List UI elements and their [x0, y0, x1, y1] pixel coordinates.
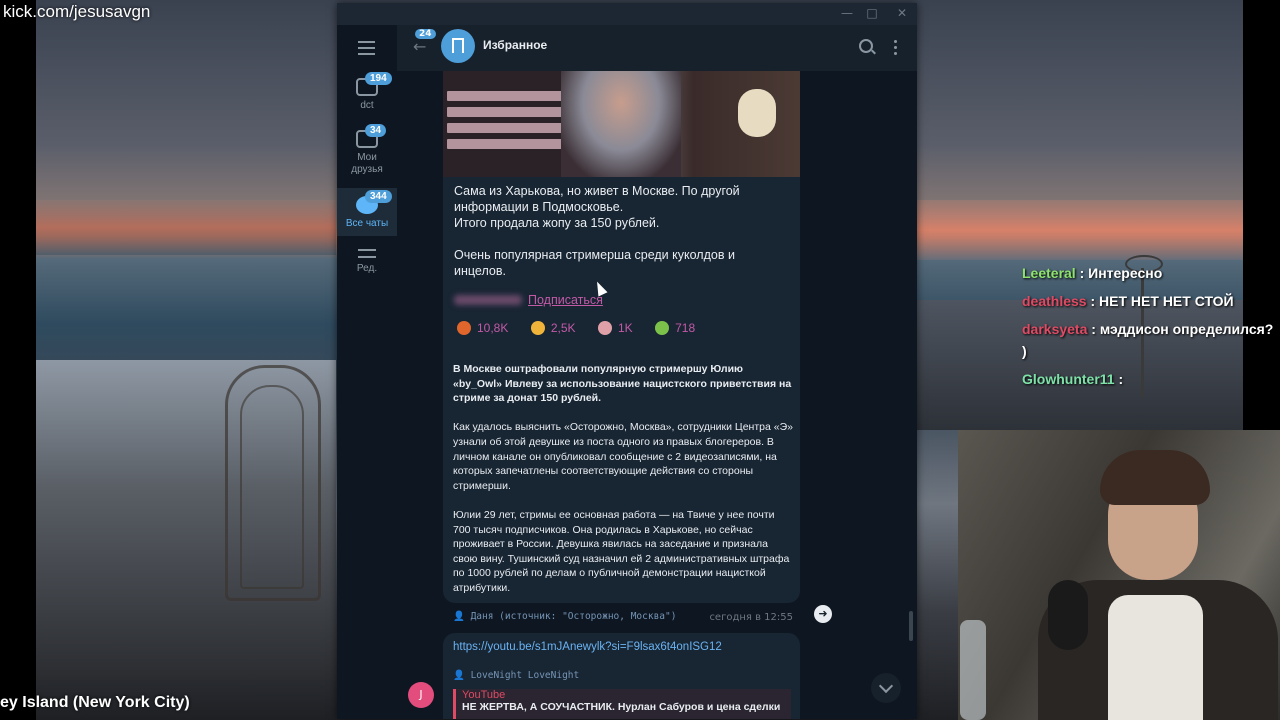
sender-avatar[interactable]: J	[408, 682, 434, 708]
folder-my-friends[interactable]: 34 Мои друзья	[337, 124, 397, 176]
reaction-button[interactable]: 1K	[597, 321, 633, 335]
unread-badge: 344	[365, 190, 392, 203]
chat-username: Glowhunter11	[1022, 371, 1115, 387]
news-paragraph: Как удалось выяснить «Осторожно, Москва»…	[453, 421, 793, 492]
search-icon[interactable]	[859, 39, 873, 53]
folder-edit[interactable]: Ред.	[337, 249, 397, 274]
sliders-icon	[358, 249, 376, 258]
chat-text: : НЕТ НЕТ НЕТ СТОЙ	[1090, 293, 1234, 309]
post-paragraph: Очень популярная стримерша среди куколдо…	[454, 248, 735, 278]
chat-message: darksyeta : мэддисон определился? )	[1022, 318, 1274, 362]
water-bottle	[960, 620, 986, 720]
preview-site-name: YouTube	[462, 689, 506, 701]
reaction-button[interactable]: 10,8K	[457, 321, 508, 335]
angry-emoji-icon	[457, 321, 471, 335]
news-headline: В Москве оштрафовали популярную стримерш…	[453, 363, 792, 405]
post-text: Сама из Харькова, но живет в Москве. По …	[454, 183, 789, 279]
webcam-feed	[958, 430, 1280, 720]
microphone	[1048, 580, 1088, 650]
roller-coaster-inner	[240, 385, 304, 589]
chat-message: Glowhunter11 :	[1022, 368, 1274, 390]
forwarded-post: Сама из Харькова, но живет в Москве. По …	[443, 71, 800, 358]
forward-share-icon[interactable]: ➜	[814, 605, 832, 623]
message-footer: 👤 Даня (источник: "Осторожно, Москва") с…	[453, 611, 793, 627]
subscribe-link[interactable]: Подписаться	[528, 293, 603, 307]
more-options-icon[interactable]	[894, 40, 897, 58]
unread-badge: 194	[365, 72, 392, 85]
preview-title: НЕ ЖЕРТВА, А СОУЧАСТНИК. Нурлан Сабуров …	[462, 701, 781, 713]
reaction-count: 2,5K	[550, 321, 576, 335]
folder-label: Все чаты	[345, 218, 389, 229]
sunset-left	[36, 200, 336, 255]
scroll-down-button[interactable]	[871, 673, 901, 703]
chat-username: deathless	[1022, 293, 1087, 309]
nauseated-emoji-icon	[655, 321, 670, 335]
menu-icon[interactable]	[358, 41, 375, 59]
folder-all-chats[interactable]: 344 Все чаты	[337, 188, 397, 236]
folder-sidebar: 194 dct 34 Мои друзья 344 Все чаты Ред.	[337, 25, 397, 719]
streamer-shirt	[1108, 595, 1203, 720]
post-image[interactable]	[443, 71, 800, 177]
source-signature: 👤 Даня (источник: "Осторожно, Москва")	[453, 611, 677, 622]
chat-text: :	[1118, 371, 1124, 387]
source-text: Даня (источник: "Осторожно, Москва")	[470, 611, 677, 622]
unread-badge: 24	[415, 29, 436, 39]
news-message: В Москве оштрафовали популярную стримерш…	[443, 358, 800, 603]
folder-label: Мои друзья	[351, 152, 383, 175]
reaction-count: 718	[675, 321, 696, 335]
location-label: ey Island (New York City)	[0, 694, 190, 711]
window-titlebar: — □ ✕	[337, 3, 917, 25]
stream-chat-overlay: Leeteral : Интересно deathless : НЕТ НЕТ…	[1022, 262, 1274, 396]
laughing-emoji-icon	[530, 321, 545, 335]
close-icon[interactable]: ✕	[892, 6, 912, 20]
reaction-button[interactable]: 2,5K	[530, 321, 576, 335]
post-paragraph: Сама из Харькова, но живет в Москве. По …	[454, 184, 740, 214]
maximize-icon[interactable]: □	[862, 6, 882, 20]
folder-label: Ред.	[356, 263, 378, 274]
stream-url-label: kick.com/jesusavgn	[3, 2, 151, 21]
minimize-icon[interactable]: —	[837, 6, 857, 20]
plush-toy	[738, 89, 776, 137]
streamer-hair	[1100, 450, 1210, 505]
folder-label: dct	[360, 100, 374, 111]
link-preview-card[interactable]: YouTube НЕ ЖЕРТВА, А СОУЧАСТНИК. Нурлан …	[453, 689, 791, 719]
youtube-link[interactable]: https://youtu.be/s1mJAnewylk?si=F9lsax6t…	[453, 641, 722, 653]
chat-username: darksyeta	[1022, 321, 1088, 337]
news-paragraph: Юлии 29 лет, стримы ее основная работа —…	[453, 508, 790, 594]
unread-badge: 34	[365, 124, 387, 137]
chat-text: : Интересно	[1079, 265, 1163, 281]
back-arrow-icon[interactable]: ←	[413, 37, 426, 56]
message-area[interactable]: Сама из Харькова, но живет в Москве. По …	[397, 71, 917, 719]
chat-header: ← 24 Избранное	[397, 25, 917, 71]
chat-message: Leeteral : Интересно	[1022, 262, 1274, 284]
reactions-bar: 10,8K 2,5K 1K 718	[457, 319, 787, 337]
forwarded-from-name: LoveNight LoveNight	[470, 670, 580, 681]
chat-title[interactable]: Избранное	[483, 38, 547, 52]
letterbox-left	[0, 0, 36, 720]
streamer-photo	[561, 71, 681, 177]
clown-emoji-icon	[597, 321, 612, 335]
telegram-window: — □ ✕ 194 dct 34 Мои друзья 344 Все чаты…	[337, 3, 917, 719]
bookmark-icon	[452, 38, 464, 58]
reaction-count: 1K	[617, 321, 633, 335]
folder-dct[interactable]: 194 dct	[337, 72, 397, 111]
saved-messages-avatar[interactable]	[441, 29, 475, 63]
chat-username: Leeteral	[1022, 265, 1076, 281]
chat-message: deathless : НЕТ НЕТ НЕТ СТОЙ	[1022, 290, 1274, 312]
post-paragraph: Итого продала жопу за 150 рублей.	[454, 216, 660, 230]
sunset-right	[917, 200, 1243, 260]
message-time: сегодня в 12:55	[709, 612, 793, 623]
forwarded-from: 👤 LoveNight LoveNight	[453, 670, 580, 681]
reaction-button[interactable]: 718	[655, 321, 695, 335]
news-text: В Москве оштрафовали популярную стримерш…	[453, 362, 793, 610]
reaction-count: 10,8K	[477, 321, 509, 335]
donation-panel	[443, 71, 565, 177]
blurred-channel-name	[454, 295, 522, 305]
link-message: https://youtu.be/s1mJAnewylk?si=F9lsax6t…	[443, 633, 800, 719]
scrollbar[interactable]	[909, 611, 913, 641]
